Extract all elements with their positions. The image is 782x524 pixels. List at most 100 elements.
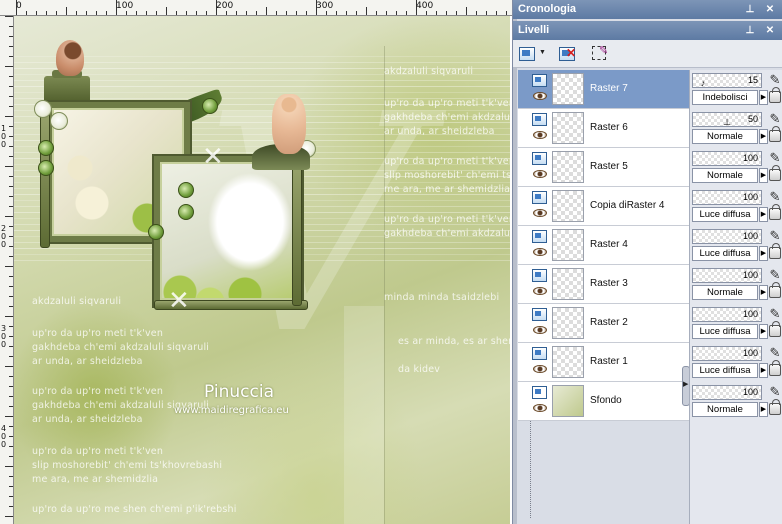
blend-mode-select[interactable]: Luce diffusa bbox=[692, 363, 758, 378]
layer-thumbnail bbox=[552, 151, 584, 183]
layers-title-text: Livelli bbox=[518, 24, 550, 36]
layer-thumbnail bbox=[552, 346, 584, 378]
lock-icon[interactable] bbox=[769, 321, 781, 337]
layer-row[interactable]: Copia diRaster 4 bbox=[518, 187, 691, 226]
layer-row[interactable]: Raster 1 bbox=[518, 343, 691, 382]
lock-icon[interactable] bbox=[769, 165, 781, 181]
pin-icon[interactable]: ⊥ bbox=[743, 0, 757, 19]
ruler-tick bbox=[9, 256, 13, 257]
layer-row[interactable]: Raster 4 bbox=[518, 226, 691, 265]
close-icon[interactable]: ✕ bbox=[763, 0, 777, 19]
visibility-eye-icon[interactable] bbox=[533, 404, 547, 412]
brush-icon[interactable]: ✎ bbox=[768, 384, 782, 400]
blend-mode-select[interactable]: Normale bbox=[692, 129, 758, 144]
lock-icon[interactable] bbox=[769, 360, 781, 376]
ruler-tick bbox=[376, 11, 377, 15]
visibility-eye-icon[interactable] bbox=[533, 92, 547, 100]
brush-icon[interactable]: ✎ bbox=[768, 72, 782, 88]
layer-row[interactable]: Sfondo bbox=[518, 382, 691, 421]
opacity-slider[interactable]: 100 bbox=[692, 190, 762, 205]
blend-mode-select[interactable]: Normale bbox=[692, 402, 758, 417]
ruler-label: 200 bbox=[216, 1, 234, 11]
layer-row[interactable]: Raster 2 bbox=[518, 304, 691, 343]
visibility-eye-icon[interactable] bbox=[533, 209, 547, 217]
visibility-eye-icon[interactable] bbox=[533, 365, 547, 373]
ruler-tick bbox=[9, 236, 13, 237]
blend-dropdown-arrow[interactable]: ▶ bbox=[759, 363, 768, 378]
brush-icon[interactable]: ✎ bbox=[768, 228, 782, 244]
layer-thumbnail bbox=[552, 112, 584, 144]
blend-mode-select[interactable]: Luce diffusa bbox=[692, 324, 758, 339]
brush-icon[interactable]: ✎ bbox=[768, 111, 782, 127]
lock-icon[interactable] bbox=[769, 204, 781, 220]
visibility-eye-icon[interactable] bbox=[533, 248, 547, 256]
blend-mode-select[interactable]: Normale bbox=[692, 285, 758, 300]
blend-dropdown-arrow[interactable]: ▶ bbox=[759, 246, 768, 261]
layer-row[interactable]: Raster 7 bbox=[518, 70, 691, 109]
brush-icon[interactable]: ✎ bbox=[768, 267, 782, 283]
ruler-label: 300 bbox=[316, 1, 334, 11]
close-icon[interactable]: ✕ bbox=[763, 21, 777, 40]
opacity-slider[interactable]: 100 bbox=[692, 385, 762, 400]
blend-dropdown-arrow[interactable]: ▶ bbox=[759, 285, 768, 300]
layer-row[interactable]: Raster 3 bbox=[518, 265, 691, 304]
lock-icon[interactable] bbox=[769, 126, 781, 142]
lock-icon[interactable] bbox=[769, 87, 781, 103]
ruler-tick bbox=[9, 186, 13, 187]
lock-icon[interactable] bbox=[769, 282, 781, 298]
layer-row[interactable]: Raster 6 bbox=[518, 109, 691, 148]
opacity-slider[interactable]: ♪ 15 bbox=[692, 73, 762, 88]
layers-panel-title[interactable]: Livelli ⊥ ✕ bbox=[513, 21, 782, 40]
lock-icon[interactable] bbox=[769, 399, 781, 415]
brush-icon[interactable]: ✎ bbox=[768, 189, 782, 205]
mask-button[interactable]: ✎ bbox=[591, 44, 611, 64]
ruler-tick bbox=[9, 126, 13, 127]
blend-dropdown-arrow[interactable]: ▶ bbox=[759, 90, 768, 105]
layer-row[interactable]: Raster 5 bbox=[518, 148, 691, 187]
blend-mode-select[interactable]: Normale bbox=[692, 168, 758, 183]
canvas-text: up'ro da up'ro meti t'k'ven bbox=[32, 386, 164, 397]
image-canvas[interactable]: V akdzaluli siqvaruli up'ro da up'ro met… bbox=[14, 16, 510, 524]
canvas-text: me ara, me ar shemidzlia bbox=[384, 184, 510, 195]
ruler-tick bbox=[306, 11, 307, 15]
ruler-tick bbox=[5, 366, 13, 367]
visibility-eye-icon[interactable] bbox=[533, 170, 547, 178]
opacity-slider[interactable]: ⊥ 50 bbox=[692, 112, 762, 127]
layer-name: Raster 1 bbox=[590, 356, 628, 367]
opacity-slider[interactable]: 100 bbox=[692, 151, 762, 166]
visibility-eye-icon[interactable] bbox=[533, 326, 547, 334]
opacity-value: 15 bbox=[747, 75, 758, 85]
ruler-tick bbox=[126, 11, 127, 15]
history-panel-title[interactable]: Cronologia ⊥ ✕ bbox=[513, 0, 782, 19]
visibility-eye-icon[interactable] bbox=[533, 287, 547, 295]
pin-icon[interactable]: ⊥ bbox=[743, 21, 757, 40]
new-layer-button[interactable]: ▼ bbox=[519, 44, 546, 64]
ruler-tick bbox=[9, 206, 13, 207]
delete-layer-button[interactable]: ✕ bbox=[559, 44, 579, 64]
canvas-text: slip moshorebit' ch'emi ts'khovrebashi bbox=[384, 170, 510, 181]
blend-dropdown-arrow[interactable]: ▶ bbox=[759, 324, 768, 339]
ruler-tick bbox=[9, 476, 13, 477]
opacity-slider[interactable]: 100 bbox=[692, 229, 762, 244]
blend-dropdown-arrow[interactable]: ▶ bbox=[759, 402, 768, 417]
opacity-value: 100 bbox=[742, 192, 758, 202]
brush-icon[interactable]: ✎ bbox=[768, 345, 782, 361]
lock-icon[interactable] bbox=[769, 243, 781, 259]
blend-dropdown-arrow[interactable]: ▶ bbox=[759, 207, 768, 222]
opacity-slider[interactable]: 100 bbox=[692, 268, 762, 283]
blend-mode-select[interactable]: Luce diffusa bbox=[692, 246, 758, 261]
raster-layer-icon bbox=[532, 347, 547, 360]
ruler-tick bbox=[5, 266, 13, 267]
blend-dropdown-arrow[interactable]: ▶ bbox=[759, 129, 768, 144]
blend-mode-select[interactable]: Luce diffusa bbox=[692, 207, 758, 222]
blend-mode-select[interactable]: Indebolisci bbox=[692, 90, 758, 105]
ruler-tick bbox=[296, 11, 297, 15]
brush-icon[interactable]: ✎ bbox=[768, 150, 782, 166]
opacity-slider[interactable]: 100 bbox=[692, 346, 762, 361]
opacity-slider[interactable]: 100 bbox=[692, 307, 762, 322]
visibility-eye-icon[interactable] bbox=[533, 131, 547, 139]
white-rose bbox=[34, 100, 52, 118]
brush-icon[interactable]: ✎ bbox=[768, 306, 782, 322]
blend-dropdown-arrow[interactable]: ▶ bbox=[759, 168, 768, 183]
ruler-tick bbox=[146, 11, 147, 15]
